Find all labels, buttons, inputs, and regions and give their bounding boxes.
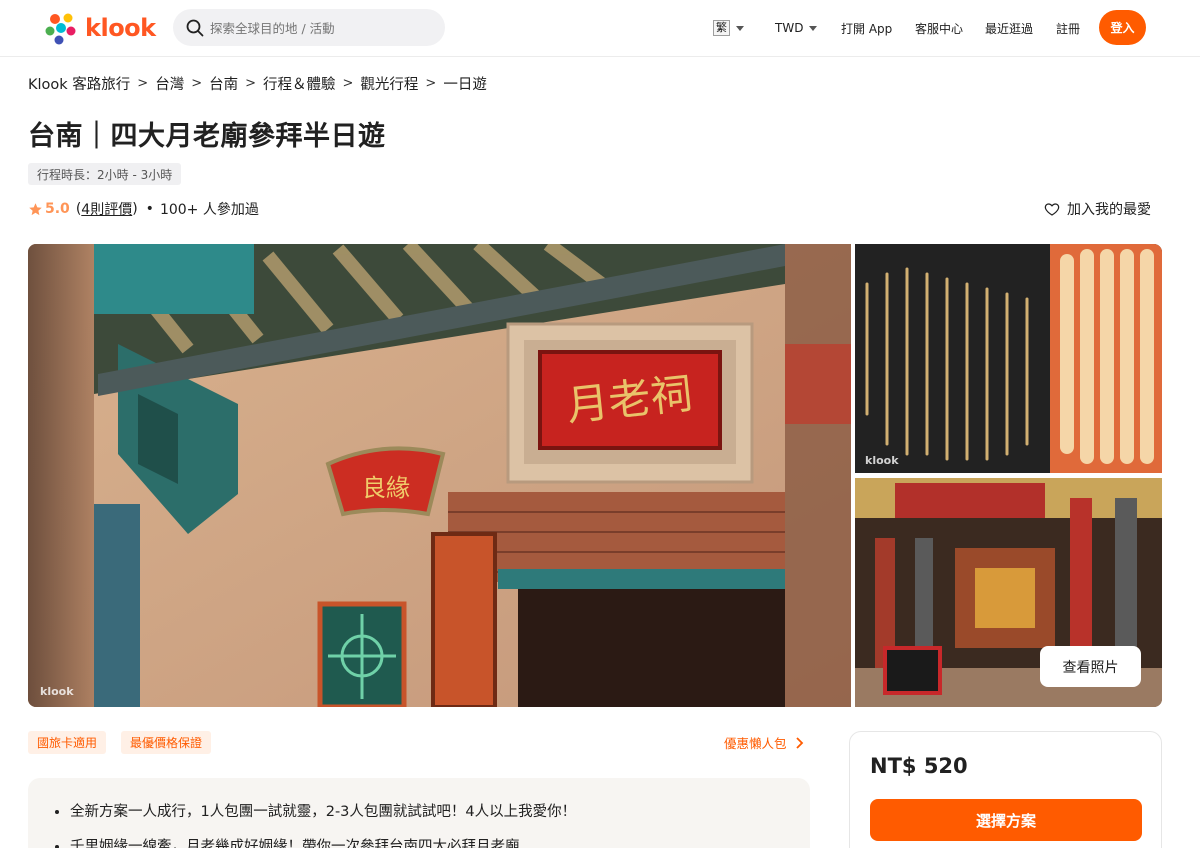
language-selector[interactable]: 繁 xyxy=(713,0,744,56)
currency-selector[interactable]: TWD xyxy=(775,0,818,56)
page-title: 台南｜四大月老廟參拜半日遊 xyxy=(28,121,386,152)
heart-icon xyxy=(1044,203,1060,216)
search-input[interactable]: 探索全球目的地 / 活動 xyxy=(173,9,445,46)
search-icon xyxy=(186,19,204,36)
select-package-button[interactable]: 選擇方案 xyxy=(870,799,1142,841)
chevron-right-icon: > xyxy=(425,75,437,91)
photo-thumbnail[interactable]: klook xyxy=(855,244,1162,473)
breadcrumb-item[interactable]: 一日遊 xyxy=(443,73,487,94)
chevron-right-icon: > xyxy=(342,75,354,91)
view-photos-button[interactable]: 查看照片 xyxy=(1040,646,1141,687)
currency-label: TWD xyxy=(775,21,804,35)
stone-tablet-image xyxy=(855,244,1162,473)
travel-card-tag: 國旅卡適用 xyxy=(28,731,107,754)
rating-score: 5.0 xyxy=(45,201,70,217)
star-icon xyxy=(29,202,42,215)
top-navigation-bar: klook 探索全球目的地 / 活動 繁 TWD 打開 App 客服中心 最近逛… xyxy=(0,0,1200,57)
booking-card: NT$ 520 選擇方案 xyxy=(849,731,1162,848)
klook-logo[interactable]: klook xyxy=(44,11,156,45)
chevron-down-icon xyxy=(809,25,818,31)
breadcrumb-item[interactable]: Klook 客路旅行 xyxy=(28,73,130,94)
breadcrumb-item[interactable]: 觀光行程 xyxy=(360,73,418,94)
highlight-item: 全新方案一人成行，1人包團一試就靈，2-3人包團就試試吧！4人以上我愛你！ xyxy=(70,800,810,821)
promo-label: 優惠懶人包 xyxy=(724,736,787,751)
main-photo[interactable]: 月老祠 良緣 klook xyxy=(28,244,851,707)
reviews-link[interactable]: 4則評價 xyxy=(81,199,132,219)
chevron-right-icon: > xyxy=(245,75,257,91)
watermark-text: klook xyxy=(865,454,899,467)
best-price-tag: 最優價格保證 xyxy=(121,731,212,754)
breadcrumb: Klook 客路旅行 > 台灣 > 台南 > 行程＆體驗 > 觀光行程 > 一日遊 xyxy=(28,73,487,93)
chevron-right-icon: > xyxy=(191,75,203,91)
fan-plaque-text: 良緣 xyxy=(362,474,410,502)
highlight-item: 千里姻緣一線牽，月老幾成好姻緣！帶你一次參拜台南四大必拜月老廟 xyxy=(70,835,810,848)
search-placeholder: 探索全球目的地 / 活動 xyxy=(210,21,335,36)
recently-viewed-link[interactable]: 最近逛過 xyxy=(985,0,1033,56)
promo-link[interactable]: 優惠懶人包 xyxy=(724,733,806,752)
logo-text: klook xyxy=(85,14,156,42)
open-app-link[interactable]: 打開 App xyxy=(841,0,892,56)
favorite-label: 加入我的最愛 xyxy=(1067,202,1151,218)
duration-badge: 行程時長：2小時 - 3小時 xyxy=(28,163,182,185)
chevron-down-icon xyxy=(736,25,744,31)
chevron-right-icon: > xyxy=(137,75,149,91)
watermark-text: klook xyxy=(40,685,74,698)
highlights-box: 全新方案一人成行，1人包團一試就靈，2-3人包團就試試吧！4人以上我愛你！ 千里… xyxy=(28,778,810,848)
rating-summary: 5.0 ( 4則評價 ) • 100+ 人參加過 xyxy=(28,198,259,220)
signup-link[interactable]: 註冊 xyxy=(1056,0,1080,56)
language-label: 繁 xyxy=(713,20,730,36)
participants-count: 100+ 人參加過 xyxy=(159,202,259,218)
chevron-right-icon xyxy=(795,736,803,749)
breadcrumb-item[interactable]: 台南 xyxy=(209,73,238,94)
breadcrumb-item[interactable]: 台灣 xyxy=(155,73,184,94)
price-label: NT$ 520 xyxy=(870,754,968,778)
add-to-favorites-button[interactable]: 加入我的最愛 xyxy=(1044,198,1151,220)
paren-close: ) xyxy=(132,201,138,217)
customer-service-link[interactable]: 客服中心 xyxy=(915,0,963,56)
temple-entrance-image: 月老祠 良緣 xyxy=(28,244,851,707)
login-button[interactable]: 登入 xyxy=(1099,10,1146,45)
breadcrumb-item[interactable]: 行程＆體驗 xyxy=(263,73,336,94)
klook-logo-icon xyxy=(45,13,76,45)
separator-dot: • xyxy=(145,201,154,217)
